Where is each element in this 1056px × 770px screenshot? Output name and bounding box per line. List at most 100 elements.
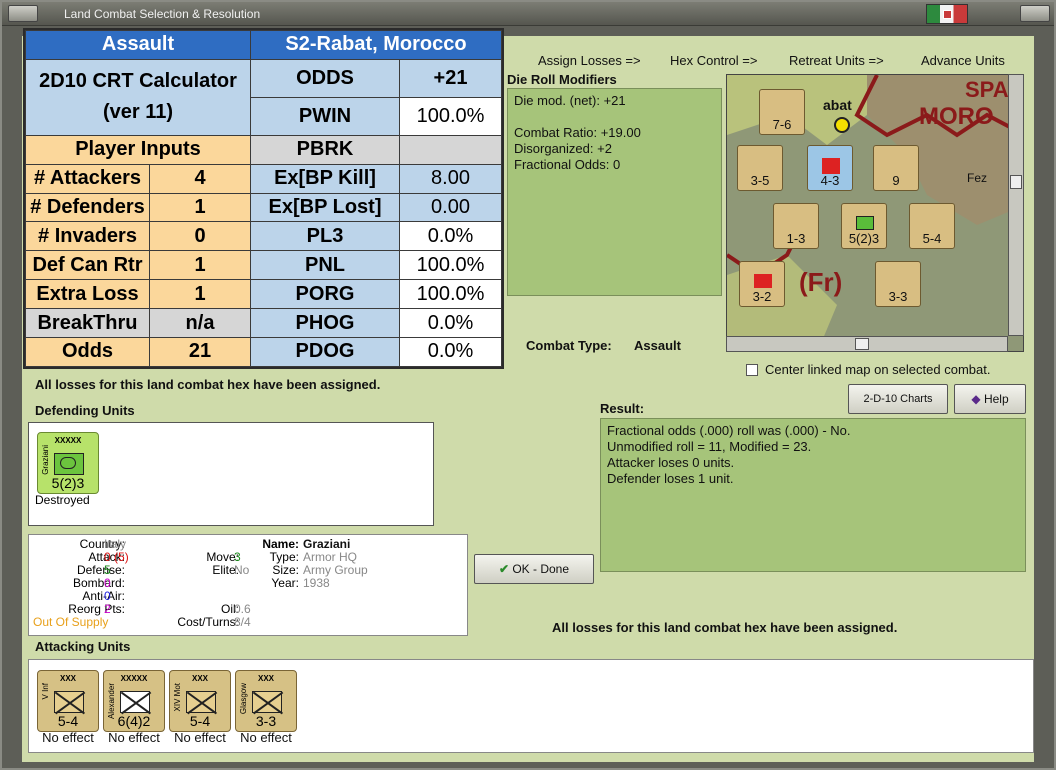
crt-header-left: Assault [25, 30, 251, 60]
crt-input-value[interactable]: 4 [150, 164, 250, 193]
help-icon: ◆ [971, 392, 981, 406]
result-line: Defender loses 1 unit. [607, 471, 734, 486]
map-counter[interactable]: 4-3 [807, 145, 853, 191]
year-value: 1938 [303, 576, 330, 590]
result-line: Attacker loses 0 units. [607, 455, 735, 470]
defending-units-area: XXXXX Graziani 5(2)3 Destroyed [28, 422, 434, 526]
die-roll-line: Die mod. (net): +21 [514, 93, 626, 108]
crt-output-value: 100.0% [399, 250, 502, 281]
map-label-fez: Fez [967, 171, 988, 185]
map-counter[interactable]: 7-6 [759, 89, 805, 135]
map-counter[interactable]: 5-4 [909, 203, 955, 249]
losses-assigned-top: All losses for this land combat hex have… [35, 377, 381, 392]
crt-input-value[interactable]: 1 [150, 193, 250, 222]
map-counter[interactable]: 3-5 [737, 145, 783, 191]
crt-output-label: PORG [250, 279, 400, 310]
crt-output-value: 0.0% [399, 221, 502, 252]
crt-output-value: 100.0% [399, 279, 502, 310]
year-label: Year: [271, 576, 299, 590]
crt-input-value[interactable]: 0 [150, 222, 250, 251]
nav-hex-control[interactable]: Hex Control => [670, 53, 757, 68]
result-panel: Fractional odds (.000) roll was (.000) -… [600, 418, 1026, 572]
crt-output-label: PHOG [250, 308, 400, 338]
system-menu-button[interactable] [8, 5, 38, 22]
nav-assign-losses[interactable]: Assign Losses => [538, 53, 641, 68]
die-roll-panel: Die mod. (net): +21 Combat Ratio: +19.00… [507, 88, 722, 296]
crt-input-label: # Attackers [26, 164, 150, 193]
crt-output-label: PWIN [250, 96, 400, 136]
defending-unit-effect: Destroyed [35, 493, 90, 507]
die-roll-title: Die Roll Modifiers [507, 72, 617, 87]
result-title: Result: [600, 401, 645, 416]
attacking-unit-effect: No effect [108, 730, 160, 745]
attack-value: 0 [104, 550, 111, 564]
crt-input-label: BreakThru [26, 309, 150, 337]
crt-output-value: +21 [399, 58, 502, 98]
attack-paren-value: (5) [114, 550, 129, 564]
crt-input-label: Def Can Rtr [26, 251, 150, 280]
crt-input-label: # Defenders [26, 193, 150, 222]
motorized-icon [186, 691, 216, 713]
attacking-title: Attacking Units [35, 639, 131, 654]
result-line: Unmodified roll = 11, Modified = 23. [607, 439, 812, 454]
crt-calc-title: 2D10 CRT Calculator (ver 11) [25, 58, 251, 136]
map-counter-selected[interactable]: 5(2)3 [841, 203, 887, 249]
supply-status: Out Of Supply [33, 615, 109, 629]
nav-advance-units[interactable]: Advance Units [921, 53, 1005, 68]
crt-output-value: 0.00 [399, 192, 502, 223]
infantry-icon [54, 691, 84, 713]
elite-label: Elite: [212, 563, 239, 577]
crt-calculator: Assault S2-Rabat, Morocco 2D10 CRT Calcu… [23, 28, 504, 369]
title-bar[interactable]: Land Combat Selection & Resolution [2, 2, 1054, 26]
map-counter[interactable]: 3-2 [739, 261, 785, 307]
map-label-fr: (Fr) [799, 267, 843, 297]
attacking-unit-counter[interactable]: XXX XIV Mot 5-4 [169, 670, 231, 732]
attacking-units-area: XXX V Inf 5-4 No effect XXXXX Alexander 6(… [28, 659, 1034, 753]
crt-output-label: PDOG [250, 336, 400, 368]
map-counter[interactable]: 3-3 [875, 261, 921, 307]
window-title: Land Combat Selection & Resolution [64, 7, 261, 21]
center-map-checkbox[interactable] [746, 364, 758, 376]
map-horizontal-scrollbar[interactable] [726, 336, 1008, 352]
charts-button[interactable]: 2-D-10 Charts [848, 384, 948, 414]
nav-retreat-units[interactable]: Retreat Units => [789, 53, 884, 68]
combat-type-label: Combat Type: [526, 338, 612, 353]
mini-map[interactable]: SPA MORO abat Fez (Fr) 7-6 3-5 4-3 9 1-3… [726, 74, 1024, 352]
attacking-unit-counter[interactable]: XXX V Inf 5-4 [37, 670, 99, 732]
map-label-spa: SPA [965, 77, 1009, 102]
crt-output-value [399, 134, 502, 165]
help-button[interactable]: ◆ Help [954, 384, 1026, 414]
attacking-unit-effect: No effect [42, 730, 94, 745]
crt-output-label: ODDS [250, 58, 400, 98]
center-map-label: Center linked map on selected combat. [765, 362, 991, 377]
crt-input-label: # Invaders [26, 222, 150, 251]
crt-output-label: PNL [250, 250, 400, 281]
die-roll-line: Combat Ratio: +19.00 [514, 125, 641, 140]
attacking-unit-counter[interactable]: XXXXX Alexander 6(4)2 [103, 670, 165, 732]
unit-info-panel: Country: Attack: Defense: Bombard: Anti-… [28, 534, 468, 636]
map-label-rabat: abat [823, 97, 852, 113]
crt-output-label: Ex[BP Kill] [250, 163, 400, 194]
help-label: Help [983, 392, 1009, 406]
die-roll-line: Fractional Odds: 0 [514, 157, 621, 172]
combat-type-value: Assault [634, 338, 681, 353]
combat-window: Land Combat Selection & Resolution Assig… [0, 0, 1056, 770]
map-counter[interactable]: 9 [873, 145, 919, 191]
map-counter[interactable]: 1-3 [773, 203, 819, 249]
defending-unit-counter[interactable]: XXXXX Graziani 5(2)3 [37, 432, 99, 494]
crt-input-label: Odds [26, 337, 150, 366]
attacking-unit-effect: No effect [174, 730, 226, 745]
crt-input-label: Extra Loss [26, 280, 150, 309]
map-vertical-scrollbar[interactable] [1008, 74, 1024, 336]
attacking-unit-effect: No effect [240, 730, 292, 745]
ok-done-button[interactable]: ✔ OK - Done [474, 554, 594, 584]
close-button[interactable] [1020, 5, 1050, 22]
die-roll-line: Disorganized: +2 [514, 141, 612, 156]
crt-header-right: S2-Rabat, Morocco [250, 30, 502, 60]
armor-hq-icon [54, 453, 84, 475]
attacking-unit-counter[interactable]: XXX Glasgow 3-3 [235, 670, 297, 732]
crt-input-value: n/a [150, 309, 250, 337]
crt-input-value[interactable]: 1 [150, 280, 250, 309]
crt-player-inputs: Player Inputs [25, 134, 251, 165]
crt-input-value[interactable]: 1 [150, 251, 250, 280]
